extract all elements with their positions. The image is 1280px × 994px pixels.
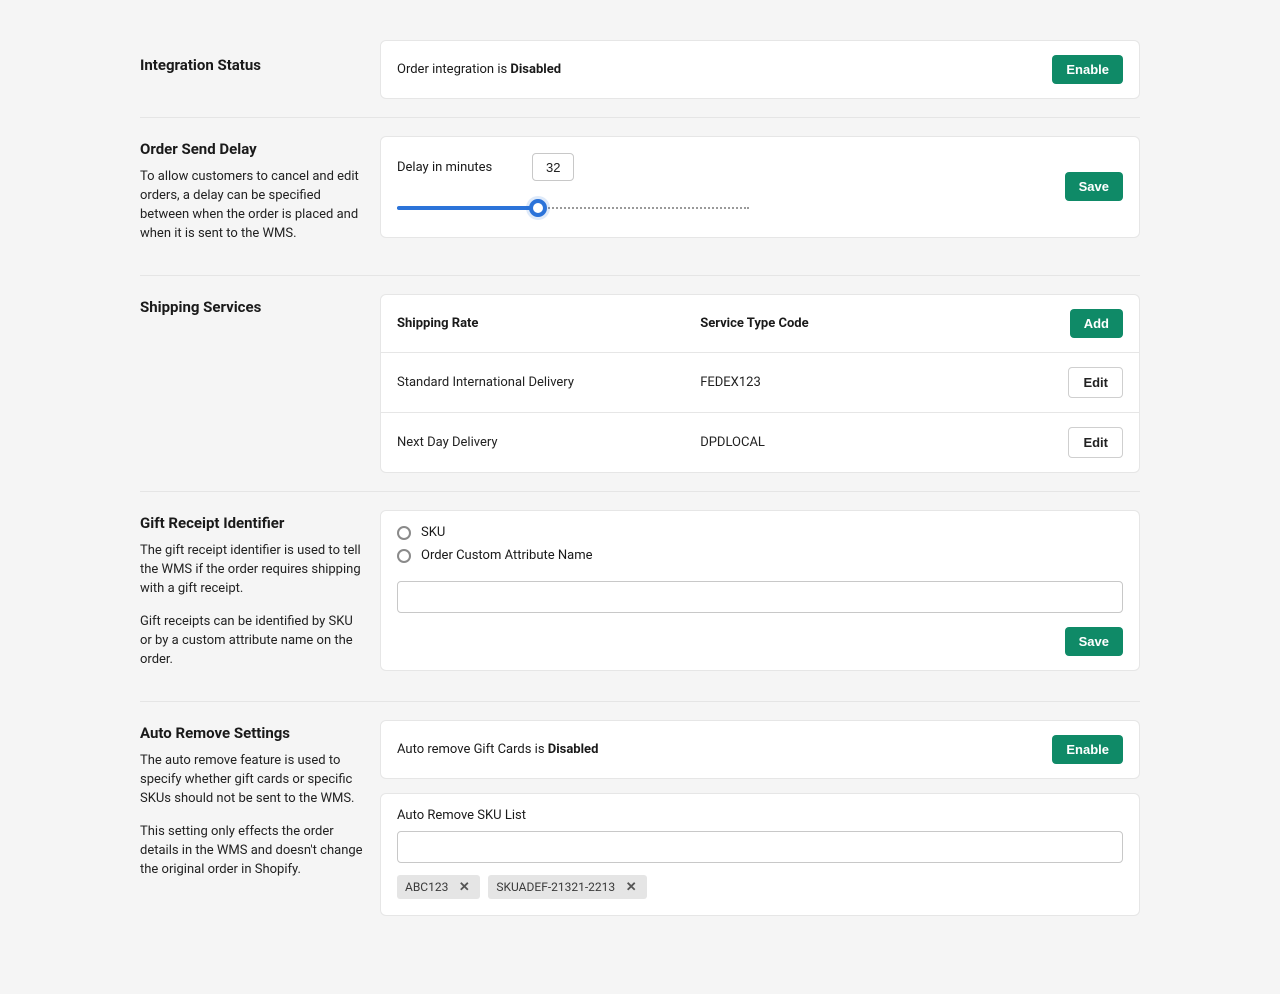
gift-receipt-input[interactable] xyxy=(397,581,1123,613)
order-send-delay-heading: Order Send Delay xyxy=(140,140,364,158)
close-icon[interactable]: ✕ xyxy=(623,881,639,894)
shipping-col-code: Service Type Code xyxy=(684,295,949,353)
radio-icon xyxy=(397,526,411,540)
shipping-edit-button[interactable]: Edit xyxy=(1068,427,1123,458)
slider-fill xyxy=(397,206,538,210)
gift-radio-attr-row[interactable]: Order Custom Attribute Name xyxy=(397,548,1123,563)
auto-remove-p1: The auto remove feature is used to speci… xyxy=(140,752,364,809)
shipping-rate-cell: Standard International Delivery xyxy=(381,353,684,413)
sku-chip-label: SKUADEF-21321-2213 xyxy=(496,880,615,894)
shipping-services-card: Shipping Rate Service Type Code Add Stan… xyxy=(380,294,1140,473)
gift-receipt-p1: The gift receipt identifier is used to t… xyxy=(140,542,364,599)
gift-receipt-save-button[interactable]: Save xyxy=(1065,627,1123,656)
auto-remove-status-text: Auto remove Gift Cards is Disabled xyxy=(397,742,598,757)
integration-status-heading: Integration Status xyxy=(140,56,364,74)
auto-remove-p2: This setting only effects the order deta… xyxy=(140,823,364,880)
shipping-row: Next Day DeliveryDPDLOCAL Edit xyxy=(381,413,1139,473)
auto-remove-sku-label: Auto Remove SKU List xyxy=(397,808,1123,823)
gift-receipt-p2: Gift receipts can be identified by SKU o… xyxy=(140,613,364,670)
shipping-code-cell: DPDLOCAL xyxy=(684,413,949,473)
shipping-row: Standard International DeliveryFEDEX123 E… xyxy=(381,353,1139,413)
delay-slider[interactable] xyxy=(397,197,749,219)
delay-save-button[interactable]: Save xyxy=(1065,172,1123,201)
close-icon[interactable]: ✕ xyxy=(456,881,472,894)
gift-radio-sku-label: SKU xyxy=(421,525,445,540)
delay-minutes-input[interactable] xyxy=(532,153,574,181)
auto-remove-status-prefix: Auto remove Gift Cards is xyxy=(397,742,548,757)
delay-card: Delay in minutes Save xyxy=(380,136,1140,238)
gift-receipt-heading: Gift Receipt Identifier xyxy=(140,514,364,532)
auto-remove-sku-input[interactable] xyxy=(397,831,1123,863)
integration-status-text: Order integration is Disabled xyxy=(397,62,561,77)
order-send-delay-description: To allow customers to cancel and edit or… xyxy=(140,168,364,243)
gift-receipt-card: SKU Order Custom Attribute Name Save xyxy=(380,510,1140,671)
integration-status-prefix: Order integration is xyxy=(397,62,510,77)
integration-status-card: Order integration is Disabled Enable xyxy=(380,40,1140,99)
shipping-code-cell: FEDEX123 xyxy=(684,353,949,413)
shipping-services-heading: Shipping Services xyxy=(140,298,364,316)
auto-remove-status-state: Disabled xyxy=(548,742,599,757)
radio-icon xyxy=(397,549,411,563)
delay-label: Delay in minutes xyxy=(397,160,492,175)
shipping-edit-button[interactable]: Edit xyxy=(1068,367,1123,398)
gift-radio-sku-row[interactable]: SKU xyxy=(397,525,1123,540)
sku-chip: SKUADEF-21321-2213 ✕ xyxy=(488,875,647,899)
auto-remove-enable-button[interactable]: Enable xyxy=(1052,735,1123,764)
integration-enable-button[interactable]: Enable xyxy=(1052,55,1123,84)
shipping-rate-cell: Next Day Delivery xyxy=(381,413,684,473)
gift-radio-attr-label: Order Custom Attribute Name xyxy=(421,548,593,563)
shipping-col-rate: Shipping Rate xyxy=(381,295,684,353)
integration-status-state: Disabled xyxy=(510,62,561,77)
auto-remove-sku-card: Auto Remove SKU List ABC123✕SKUADEF-2132… xyxy=(380,793,1140,916)
slider-thumb[interactable] xyxy=(529,199,547,217)
shipping-add-button[interactable]: Add xyxy=(1070,309,1123,338)
sku-chip-label: ABC123 xyxy=(405,880,448,894)
auto-remove-status-card: Auto remove Gift Cards is Disabled Enabl… xyxy=(380,720,1140,779)
auto-remove-heading: Auto Remove Settings xyxy=(140,724,364,742)
sku-chip: ABC123 ✕ xyxy=(397,875,480,899)
